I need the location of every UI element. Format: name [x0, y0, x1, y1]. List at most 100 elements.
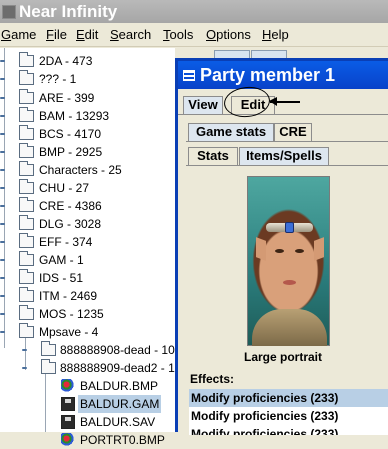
- tree-item-label: BALDUR.GAM: [78, 395, 162, 413]
- effects-list[interactable]: Modify proficiencies (233) Modify profic…: [189, 389, 388, 435]
- dialog-title-bar[interactable]: Party member 1: [178, 61, 388, 89]
- tree-expand-handle[interactable]: [0, 148, 8, 156]
- tree-item[interactable]: GAM - 1: [0, 251, 175, 269]
- bmp-file-icon: [61, 379, 75, 393]
- tree-item[interactable]: CRE - 4386: [0, 197, 175, 215]
- folder-icon: [19, 107, 34, 122]
- tree-item[interactable]: 888888909-dead2 - 10: [22, 359, 181, 377]
- folder-icon: [19, 89, 34, 104]
- tree-item[interactable]: BALDUR.SAV: [59, 413, 175, 431]
- effect-row[interactable]: Modify proficiencies (233): [189, 425, 388, 435]
- folder-icon: [41, 341, 56, 356]
- folder-icon: [19, 251, 34, 266]
- tree-item[interactable]: EFF - 374: [0, 233, 175, 251]
- tree-item[interactable]: Characters - 25: [0, 161, 175, 179]
- tree-item[interactable]: ITM - 2469: [0, 287, 175, 305]
- tree-item-label: DLG - 3028: [39, 217, 102, 231]
- tree-item-label: GAM - 1: [39, 253, 84, 267]
- portrait-gem: [285, 222, 294, 233]
- tree-item-label: ARE - 399: [39, 91, 95, 105]
- tree-item-label: BALDUR.BMP: [80, 379, 159, 393]
- folder-icon: [19, 287, 34, 302]
- tree-item[interactable]: DLG - 3028: [0, 215, 175, 233]
- tree-expand-handle[interactable]: [0, 220, 8, 228]
- tree-expand-handle[interactable]: [0, 256, 8, 264]
- menu-game[interactable]: Game: [1, 23, 36, 47]
- tree-item-selected[interactable]: BALDUR.GAM: [59, 395, 175, 413]
- menu-bar: Game File Edit Search Tools Options Help: [0, 23, 388, 47]
- menu-edit[interactable]: Edit: [76, 23, 98, 47]
- tree-item[interactable]: IDS - 51: [0, 269, 175, 287]
- tab-stats[interactable]: Stats: [188, 147, 238, 165]
- menu-file[interactable]: File: [46, 23, 67, 47]
- tab-view[interactable]: View: [183, 96, 223, 114]
- tree-item-label: IDS - 51: [39, 271, 84, 285]
- tree-expand-handle[interactable]: [0, 238, 8, 246]
- tree-expand-handle[interactable]: [0, 130, 8, 138]
- main-window-title: Near Infinity: [19, 2, 118, 21]
- tree-item[interactable]: ??? - 1: [0, 70, 175, 88]
- tree-item-label: BAM - 13293: [39, 109, 110, 123]
- tree-item-label: 2DA - 473: [39, 54, 93, 68]
- bmp-file-icon: [61, 433, 75, 447]
- effect-row-selected[interactable]: Modify proficiencies (233): [189, 389, 388, 407]
- tree-item[interactable]: 2DA - 473: [0, 52, 175, 70]
- menu-tools[interactable]: Tools: [163, 23, 193, 47]
- folder-icon: [19, 233, 34, 248]
- tree-item-label: 888888909-dead2 - 10: [60, 361, 182, 375]
- tree-item[interactable]: BMP - 2925: [0, 143, 175, 161]
- tree-expand-handle[interactable]: [0, 184, 8, 192]
- tree-item[interactable]: MOS - 1235: [0, 305, 175, 323]
- party-member-dialog: Party member 1 View Edit Game stats CRE …: [175, 58, 388, 435]
- tree-expand-handle[interactable]: [0, 310, 8, 318]
- tree-expand-handle[interactable]: [0, 57, 8, 65]
- main-window-title-bar[interactable]: Near Infinity: [0, 0, 388, 23]
- window-menu-icon[interactable]: [183, 70, 195, 81]
- tab-game-stats[interactable]: Game stats: [188, 123, 274, 141]
- tree-item-label: Characters - 25: [39, 163, 122, 177]
- portrait-ear: [256, 237, 266, 261]
- menu-search[interactable]: Search: [110, 23, 151, 47]
- tree-expand-handle[interactable]: [0, 328, 8, 336]
- tree-item[interactable]: 888888908-dead - 10: [22, 341, 175, 359]
- tree-item[interactable]: CHU - 27: [0, 179, 175, 197]
- tab-items-spells[interactable]: Items/Spells: [239, 147, 329, 165]
- tree-expand-handle[interactable]: [0, 112, 8, 120]
- folder-icon: [19, 70, 34, 85]
- tree-expand-handle[interactable]: [0, 292, 8, 300]
- tree-item[interactable]: BALDUR.BMP: [59, 377, 175, 395]
- folder-icon: [41, 359, 56, 374]
- gam-file-icon: [61, 397, 75, 411]
- folder-icon: [19, 305, 34, 320]
- tree-item-label: CRE - 4386: [39, 199, 102, 213]
- tab-cre[interactable]: CRE: [274, 123, 312, 141]
- character-portrait: [247, 176, 330, 346]
- tree-expand-handle[interactable]: [0, 202, 8, 210]
- effect-row[interactable]: Modify proficiencies (233): [189, 407, 388, 425]
- folder-icon: [19, 179, 34, 194]
- tree-item-label: PORTRT0.BMP: [80, 433, 165, 447]
- tree-item[interactable]: Mpsave - 4: [0, 323, 175, 341]
- folder-icon: [19, 125, 34, 140]
- tree-expand-handle[interactable]: [0, 166, 8, 174]
- tree-expand-handle[interactable]: [0, 75, 8, 83]
- folder-icon: [19, 197, 34, 212]
- sav-file-icon: [61, 415, 75, 429]
- tree-expand-handle[interactable]: [0, 94, 8, 102]
- portrait-ear: [314, 237, 324, 261]
- tree-expand-handle[interactable]: [22, 346, 30, 354]
- tree-item[interactable]: BCS - 4170: [0, 125, 175, 143]
- folder-icon: [19, 161, 34, 176]
- menu-help[interactable]: Help: [262, 23, 289, 47]
- portrait-lips: [283, 280, 296, 285]
- folder-icon: [19, 269, 34, 284]
- tree-expand-handle[interactable]: [22, 364, 30, 372]
- tree-item[interactable]: ARE - 399: [0, 89, 175, 107]
- tree-item[interactable]: PORTRT0.BMP: [59, 431, 175, 449]
- tree-item-label: BMP - 2925: [39, 145, 103, 159]
- tree-item[interactable]: BAM - 13293: [0, 107, 175, 125]
- resource-tree[interactable]: 2DA - 473 ??? - 1 ARE - 399 BAM - 13293 …: [0, 48, 181, 447]
- menu-options[interactable]: Options: [206, 23, 251, 47]
- tree-expand-handle[interactable]: [0, 274, 8, 282]
- dialog-title: Party member 1: [200, 65, 336, 85]
